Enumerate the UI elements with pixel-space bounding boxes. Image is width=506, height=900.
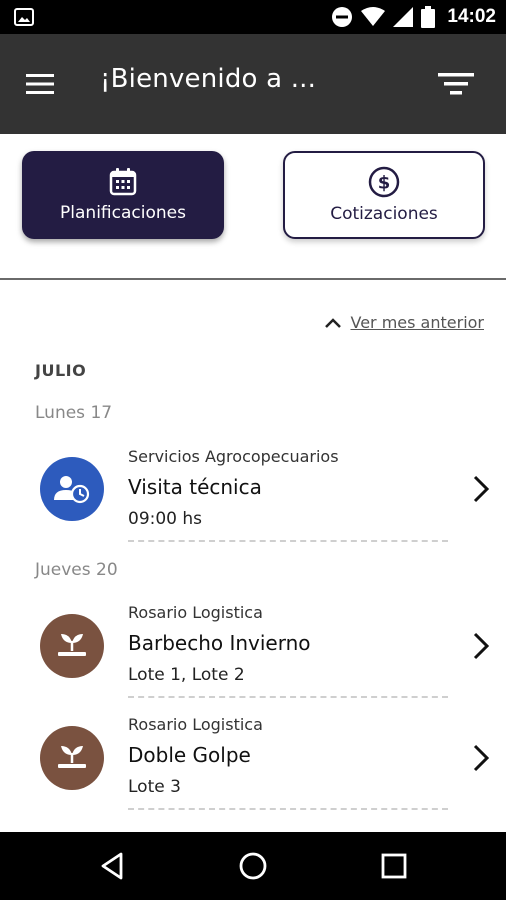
event-company: Rosario Logistica (128, 715, 263, 734)
wifi-icon (361, 7, 386, 26)
filter-icon[interactable] (436, 67, 476, 101)
sprout-icon (58, 634, 86, 656)
month-heading: JULIO (35, 361, 87, 380)
event-company: Rosario Logistica (128, 603, 263, 622)
event-detail: Lote 1, Lote 2 (128, 665, 245, 685)
divider (128, 808, 448, 810)
event-name: Barbecho Invierno (128, 631, 311, 655)
tab-label: Cotizaciones (330, 204, 438, 224)
dollar-circle-icon: $ (368, 166, 400, 198)
event-name: Doble Golpe (128, 743, 251, 767)
event-avatar (40, 457, 104, 521)
previous-month-label: Ver mes anterior (350, 313, 484, 332)
event-avatar (40, 726, 104, 790)
tab-bar: Planificaciones $ Cotizaciones (0, 134, 506, 280)
sprout-icon (58, 746, 86, 768)
do-not-disturb-icon (332, 7, 353, 27)
page-title: ¡Bienvenido a ... (100, 64, 317, 94)
list-item[interactable]: Rosario Logistica Barbecho Invierno Lote… (0, 596, 506, 706)
status-bar: 14:02 (0, 0, 506, 34)
tab-cotizaciones[interactable]: $ Cotizaciones (283, 151, 485, 239)
status-time: 14:02 (447, 6, 496, 27)
chevron-right-icon (473, 632, 490, 660)
app-bar: ¡Bienvenido a ... (0, 34, 506, 134)
day-heading: Jueves 20 (35, 560, 118, 580)
event-name: Visita técnica (128, 475, 262, 499)
event-detail: 09:00 hs (128, 509, 203, 529)
recents-icon[interactable] (378, 850, 410, 882)
user-clock-icon (54, 476, 90, 504)
schedule-list: Ver mes anterior JULIO Lunes 17 Servicio… (0, 280, 506, 832)
system-nav-bar (0, 832, 506, 900)
event-detail: Lote 3 (128, 777, 181, 797)
back-icon[interactable] (97, 850, 129, 882)
chevron-right-icon (473, 475, 490, 503)
chevron-up-icon (325, 317, 342, 328)
battery-icon (421, 6, 436, 28)
list-item[interactable]: Servicios Agrocopecuarios Visita técnica… (0, 440, 506, 550)
tab-planificaciones[interactable]: Planificaciones (22, 151, 224, 239)
menu-icon[interactable] (22, 66, 58, 102)
calendar-icon (109, 168, 137, 196)
divider (128, 540, 448, 542)
event-avatar (40, 614, 104, 678)
signal-icon (393, 7, 414, 27)
event-company: Servicios Agrocopecuarios (128, 447, 339, 466)
svg-text:$: $ (378, 173, 391, 194)
chevron-right-icon (473, 744, 490, 772)
day-heading: Lunes 17 (35, 403, 113, 423)
tab-label: Planificaciones (60, 203, 186, 223)
list-item[interactable]: Rosario Logistica Doble Golpe Lote 3 (0, 709, 506, 819)
previous-month-link[interactable]: Ver mes anterior (324, 313, 484, 332)
gallery-icon (14, 8, 34, 26)
divider (128, 696, 448, 698)
home-icon[interactable] (237, 850, 269, 882)
